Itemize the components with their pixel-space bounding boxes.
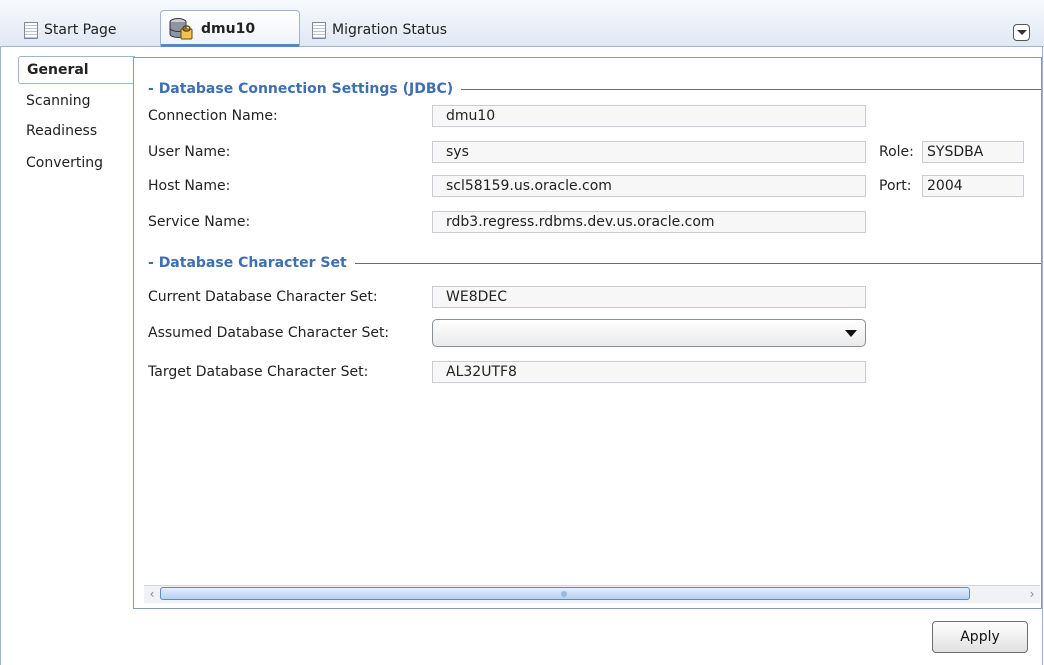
- apply-button[interactable]: Apply: [932, 621, 1028, 653]
- role-field[interactable]: SYSDBA: [922, 141, 1024, 163]
- horizontal-scrollbar[interactable]: ‹ ›: [144, 585, 1040, 603]
- service-name-label: Service Name:: [148, 214, 251, 230]
- dropdown-arrow-icon: [845, 330, 857, 337]
- user-name-field[interactable]: sys: [432, 141, 866, 163]
- scrollbar-thumb[interactable]: [160, 587, 970, 600]
- nav-item-readiness[interactable]: Readiness: [18, 118, 135, 146]
- current-charset-field[interactable]: WE8DEC: [432, 286, 866, 308]
- tab-dmu10[interactable]: dmu10: [160, 10, 300, 47]
- scroll-right-arrow-icon[interactable]: ›: [1024, 586, 1040, 602]
- service-name-field[interactable]: rdb3.regress.rdbms.dev.us.oracle.com: [432, 211, 866, 233]
- general-settings-panel: - Database Connection Settings (JDBC) Co…: [133, 57, 1042, 609]
- assumed-charset-label: Assumed Database Character Set:: [148, 325, 390, 341]
- host-name-label: Host Name:: [148, 178, 231, 194]
- section-title-charset: - Database Character Set: [148, 252, 355, 274]
- tab-label: Migration Status: [332, 22, 448, 38]
- connection-name-label: Connection Name:: [148, 108, 278, 124]
- current-charset-label: Current Database Character Set:: [148, 289, 378, 305]
- scrollbar-grip-icon: [561, 591, 567, 597]
- nav-item-general[interactable]: General: [18, 56, 135, 84]
- tab-start-page[interactable]: Start Page: [16, 14, 136, 46]
- nav-item-scanning[interactable]: Scanning: [18, 88, 135, 116]
- host-name-field[interactable]: scl58159.us.oracle.com: [432, 175, 866, 197]
- database-icon: [169, 17, 195, 41]
- assumed-charset-select[interactable]: [432, 319, 866, 347]
- scroll-left-arrow-icon[interactable]: ‹: [144, 586, 160, 602]
- role-label: Role:: [879, 144, 914, 160]
- tab-label: dmu10: [201, 21, 256, 37]
- settings-nav: General Scanning Readiness Converting: [1, 47, 135, 665]
- tab-migration-status[interactable]: Migration Status: [304, 14, 474, 46]
- port-label: Port:: [879, 178, 912, 194]
- editor-tab-strip: Start Page dmu10 Migration Status: [0, 0, 1044, 47]
- section-title-jdbc: - Database Connection Settings (JDBC): [148, 78, 462, 100]
- frame-border-right: [1042, 46, 1043, 665]
- tab-label: Start Page: [44, 22, 117, 38]
- user-name-label: User Name:: [148, 144, 231, 160]
- page-icon: [24, 21, 38, 39]
- nav-item-converting[interactable]: Converting: [18, 150, 135, 178]
- port-field[interactable]: 2004: [922, 175, 1024, 197]
- target-charset-label: Target Database Character Set:: [148, 364, 369, 380]
- page-icon: [312, 21, 326, 39]
- target-charset-field[interactable]: AL32UTF8: [432, 361, 866, 383]
- tab-list-dropdown-button[interactable]: [1013, 24, 1030, 41]
- connection-name-field[interactable]: dmu10: [432, 105, 866, 127]
